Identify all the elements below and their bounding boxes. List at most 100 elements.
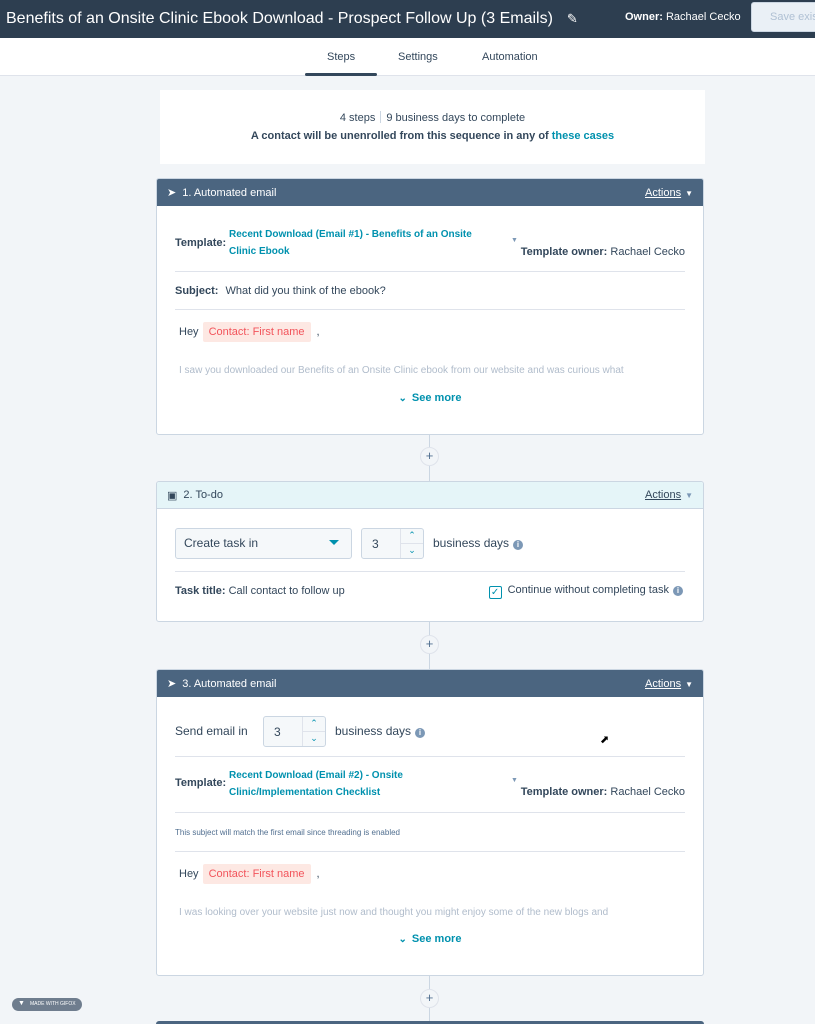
- decrement-icon[interactable]: ⌄: [401, 544, 423, 559]
- caret-down-icon[interactable]: ▼: [511, 777, 518, 784]
- template-row: Template: Recent Download (Email #2) - O…: [175, 767, 685, 803]
- subject-label: Subject:: [175, 285, 219, 297]
- task-icon: ▣: [167, 489, 178, 502]
- template-label: Template:: [175, 237, 227, 249]
- step-title: 3. Automated email: [182, 677, 277, 690]
- tab-settings[interactable]: Settings: [398, 51, 438, 63]
- email-body-preview: I saw you downloaded our Benefits of an …: [179, 365, 624, 376]
- sequence-title[interactable]: Benefits of an Onsite Clinic Ebook Downl…: [6, 10, 553, 28]
- template-owner-name: Rachael Cecko: [610, 246, 685, 258]
- owner-info: Owner: Rachael Cecko: [625, 11, 741, 23]
- greeting-row: Hey Contact: First name,: [175, 864, 685, 884]
- template-owner: Template owner: Rachael Cecko: [521, 786, 685, 798]
- step-count: 4 steps: [339, 112, 376, 124]
- subject-row: Subject: What did you think of the ebook…: [175, 285, 685, 297]
- top-bar: Benefits of an Onsite Clinic Ebook Downl…: [0, 0, 815, 38]
- actions-dropdown[interactable]: Actions ▼: [645, 678, 693, 690]
- info-icon[interactable]: i: [673, 586, 683, 596]
- see-more-label: See more: [411, 392, 462, 404]
- add-step-button[interactable]: +: [420, 447, 439, 466]
- continue-label: Continue without completing task: [507, 584, 669, 596]
- made-with-gifox-badge: ▼ MADE WITH GIFOX: [12, 998, 82, 1011]
- paper-plane-icon: ➤: [167, 187, 177, 199]
- owner-label: Owner:: [625, 11, 663, 23]
- task-title-row: Task title: Call contact to follow up: [175, 585, 345, 597]
- days-label: business days: [335, 724, 412, 738]
- actions-dropdown[interactable]: Actions ▼: [645, 187, 693, 199]
- caret-down-icon: [329, 540, 339, 545]
- step-header: ▣ 2. To-do Actions ▼: [157, 482, 703, 509]
- task-timing-select[interactable]: Create task in: [175, 528, 352, 559]
- actions-dropdown[interactable]: Actions ▼: [645, 489, 693, 501]
- divider: [175, 571, 685, 572]
- badge-label: MADE WITH GIFOX: [30, 1001, 76, 1007]
- add-step-button[interactable]: +: [420, 635, 439, 654]
- step-card-3: ➤ 3. Automated email Actions ▼ Send email…: [156, 669, 704, 976]
- decrement-icon[interactable]: ⌄: [303, 732, 325, 747]
- step-header: ➤ 3. Automated email Actions ▼: [157, 670, 703, 697]
- pencil-icon[interactable]: ✎: [567, 11, 578, 27]
- step-card-2: ▣ 2. To-do Actions ▼ Create task in 3 ⌃ ⌄…: [156, 481, 704, 622]
- days-value[interactable]: 3: [372, 537, 379, 551]
- divider: [175, 271, 685, 272]
- separator: [380, 111, 382, 123]
- see-more-link[interactable]: ⌄ See more: [157, 392, 703, 404]
- info-icon[interactable]: i: [513, 540, 524, 550]
- caret-down-icon: ▼: [685, 491, 693, 500]
- add-step-button[interactable]: +: [420, 989, 439, 1008]
- send-label: Send email in: [175, 724, 248, 738]
- active-tab-indicator: [305, 73, 377, 76]
- template-name-line2: Clinic Ebook: [229, 246, 290, 257]
- greeting: Hey: [179, 868, 199, 880]
- stepper-buttons: ⌃ ⌄: [302, 717, 325, 746]
- tab-automation[interactable]: Automation: [482, 51, 538, 63]
- days-stepper[interactable]: 3 ⌃ ⌄: [361, 528, 424, 559]
- chevron-down-icon: ⌄: [398, 393, 407, 404]
- task-title-label: Task title:: [175, 585, 226, 597]
- template-link[interactable]: Recent Download (Email #2) - Onsite Clin…: [229, 767, 403, 801]
- save-button[interactable]: Save exis: [751, 2, 815, 32]
- template-name-line2: Clinic/Implementation Checklist: [229, 787, 381, 798]
- continue-option: ✓ Continue without completing task i: [488, 584, 683, 599]
- caret-down-icon[interactable]: ▼: [511, 237, 518, 244]
- owner-name: Rachael Cecko: [665, 11, 741, 23]
- continue-checkbox[interactable]: ✓: [488, 586, 502, 599]
- template-owner-name: Rachael Cecko: [610, 786, 685, 798]
- task-title-value[interactable]: Call contact to follow up: [229, 585, 345, 597]
- fox-icon: ▼: [18, 1000, 25, 1007]
- tab-steps[interactable]: Steps: [327, 51, 355, 63]
- greeting-row: Hey Contact: First name,: [175, 322, 685, 342]
- info-icon[interactable]: i: [415, 728, 426, 738]
- paper-plane-icon: ➤: [167, 678, 177, 690]
- template-row: Template: Recent Download (Email #1) - B…: [175, 226, 685, 262]
- days-value[interactable]: 3: [274, 725, 281, 739]
- divider: [175, 309, 685, 310]
- template-name-line1: Recent Download (Email #1) - Benefits of…: [229, 229, 472, 240]
- template-name-line1: Recent Download (Email #2) - Onsite: [229, 770, 403, 781]
- divider: [175, 812, 685, 813]
- template-link[interactable]: Recent Download (Email #1) - Benefits of…: [229, 226, 472, 260]
- subject-value[interactable]: What did you think of the ebook?: [225, 285, 385, 297]
- step-header: ➤ 1. Automated email Actions ▼: [157, 179, 703, 206]
- see-more-link[interactable]: ⌄ See more: [157, 933, 703, 945]
- step-title: 2. To-do: [183, 489, 223, 501]
- divider: [175, 851, 685, 852]
- send-days-stepper[interactable]: 3 ⌃ ⌄: [263, 716, 326, 747]
- duration: 9 business days to complete: [386, 112, 526, 124]
- see-more-label: See more: [411, 933, 462, 945]
- increment-icon[interactable]: ⌃: [303, 717, 325, 732]
- divider: [175, 756, 685, 757]
- caret-down-icon: ▼: [685, 188, 693, 198]
- days-label-wrap: business days i: [335, 724, 426, 738]
- days-label: business days: [433, 536, 510, 550]
- personalization-token: Contact: First name: [202, 322, 311, 342]
- step-card-1: ➤ 1. Automated email Actions ▼ Template: …: [156, 178, 704, 435]
- these-cases-link[interactable]: these cases: [552, 130, 614, 142]
- template-owner-label: Template owner:: [520, 786, 608, 798]
- template-owner: Template owner: Rachael Cecko: [521, 246, 685, 258]
- increment-icon[interactable]: ⌃: [401, 529, 423, 544]
- threading-note: This subject will match the first email …: [175, 828, 400, 837]
- comma: ,: [316, 868, 320, 880]
- select-value: Create task in: [184, 536, 259, 550]
- actions-label: Actions: [645, 677, 682, 690]
